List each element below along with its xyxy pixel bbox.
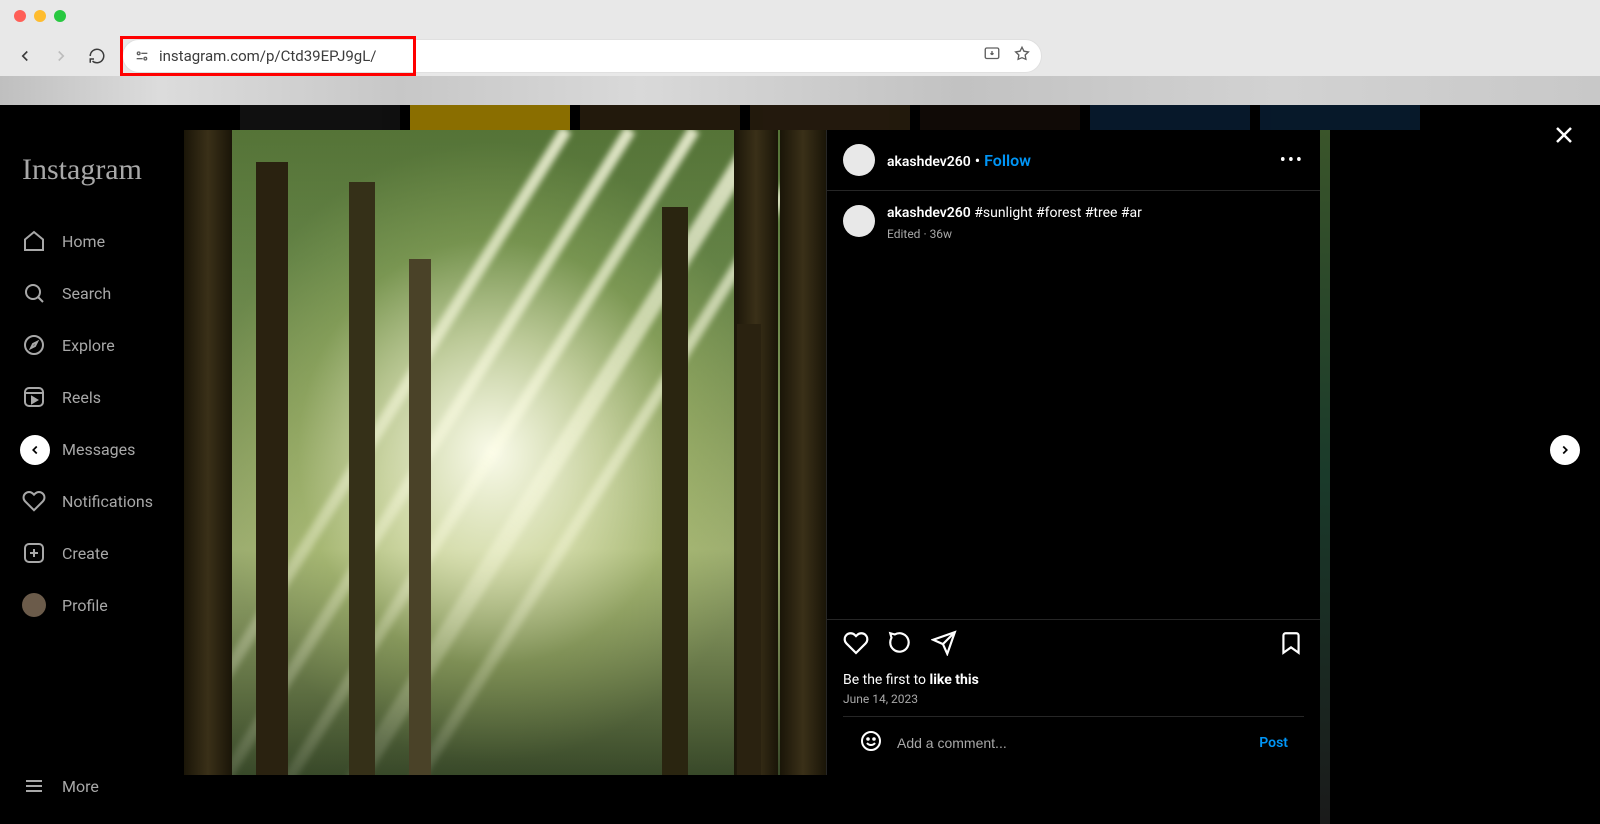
install-app-icon[interactable]: [983, 45, 1001, 67]
post-age: 36w: [930, 227, 953, 241]
likes-text[interactable]: Be the first to like this: [843, 672, 1304, 688]
hamburger-icon: [22, 774, 46, 798]
post-comment-button[interactable]: Post: [1259, 735, 1288, 751]
sidebar-item-label: More: [62, 777, 99, 796]
previous-post-button[interactable]: [20, 435, 50, 465]
follow-button[interactable]: Follow: [984, 151, 1031, 170]
browser-chrome: instagram.com/p/Ctd39EPJ9gL/: [0, 0, 1600, 105]
bookmark-strip: [0, 76, 1600, 105]
caption-username[interactable]: akashdev260: [887, 205, 971, 221]
separator: •: [975, 151, 984, 170]
instagram-app: Instagram Home Search Explore Reels Mess…: [0, 105, 1600, 824]
back-button[interactable]: [14, 45, 36, 67]
post-date: June 14, 2023: [843, 692, 1304, 706]
background-strip: [1320, 130, 1330, 824]
save-button[interactable]: [1278, 630, 1304, 660]
sidebar-item-label: Profile: [62, 596, 108, 615]
sidebar-item-explore[interactable]: Explore: [12, 319, 208, 371]
like-button[interactable]: [843, 630, 869, 660]
site-settings-icon[interactable]: [133, 47, 151, 65]
post-actions: Be the first to like this June 14, 2023 …: [827, 619, 1320, 775]
maximize-window-button[interactable]: [54, 10, 66, 22]
sidebar-item-label: Reels: [62, 388, 101, 407]
close-modal-button[interactable]: [1552, 123, 1576, 151]
next-post-button[interactable]: [1550, 435, 1580, 465]
search-icon: [22, 281, 46, 305]
close-window-button[interactable]: [14, 10, 26, 22]
more-options-button[interactable]: •••: [1280, 150, 1304, 171]
sidebar-item-notifications[interactable]: Notifications: [12, 475, 208, 527]
bookmark-star-icon[interactable]: [1013, 45, 1031, 67]
url-text: instagram.com/p/Ctd39EPJ9gL/: [159, 47, 377, 65]
sidebar-item-search[interactable]: Search: [12, 267, 208, 319]
forest-photo: [184, 130, 826, 775]
create-icon: [22, 541, 46, 565]
likes-bold: like this: [930, 672, 979, 688]
profile-avatar-icon: [22, 593, 46, 617]
author-avatar[interactable]: [843, 144, 875, 176]
post-sidebar: akashdev260 • Follow ••• akashdev260 #su…: [826, 130, 1320, 775]
sidebar-item-label: Messages: [62, 440, 135, 459]
reels-icon: [22, 385, 46, 409]
minimize-window-button[interactable]: [34, 10, 46, 22]
post-modal: akashdev260 • Follow ••• akashdev260 #su…: [184, 130, 1320, 775]
caption-meta: Edited · 36w: [887, 227, 1142, 241]
sidebar-item-profile[interactable]: Profile: [12, 579, 208, 631]
sidebar-item-label: Search: [62, 284, 111, 303]
address-bar[interactable]: instagram.com/p/Ctd39EPJ9gL/: [122, 39, 1042, 73]
author-username[interactable]: akashdev260: [887, 154, 971, 170]
comment-button[interactable]: [887, 630, 913, 660]
heart-icon: [22, 489, 46, 513]
likes-prefix: Be the first to: [843, 672, 930, 688]
sidebar-item-label: Home: [62, 232, 105, 251]
forward-button[interactable]: [50, 45, 72, 67]
sidebar-item-label: Explore: [62, 336, 115, 355]
sidebar-item-more[interactable]: More: [12, 760, 208, 812]
sidebar-item-home[interactable]: Home: [12, 215, 208, 267]
reload-button[interactable]: [86, 45, 108, 67]
emoji-button[interactable]: [859, 729, 883, 757]
home-icon: [22, 229, 46, 253]
comment-input[interactable]: [897, 735, 1245, 751]
compass-icon: [22, 333, 46, 357]
sidebar-item-label: Create: [62, 544, 109, 563]
background-thumbnails: [0, 105, 1600, 130]
sidebar-item-label: Notifications: [62, 492, 153, 511]
sidebar-item-reels[interactable]: Reels: [12, 371, 208, 423]
comment-row: Post: [843, 716, 1304, 769]
caption-text: #sunlight #forest #tree #ar: [974, 205, 1142, 221]
browser-toolbar: instagram.com/p/Ctd39EPJ9gL/: [0, 36, 1600, 76]
post-header: akashdev260 • Follow •••: [827, 130, 1320, 191]
instagram-logo[interactable]: Instagram: [12, 145, 208, 215]
post-caption: akashdev260 #sunlight #forest #tree #ar …: [827, 191, 1320, 255]
sidebar-item-create[interactable]: Create: [12, 527, 208, 579]
edited-label: Edited: [887, 227, 920, 241]
caption-avatar[interactable]: [843, 205, 875, 237]
share-button[interactable]: [931, 630, 957, 660]
post-image[interactable]: [184, 130, 826, 775]
window-controls: [14, 10, 66, 22]
